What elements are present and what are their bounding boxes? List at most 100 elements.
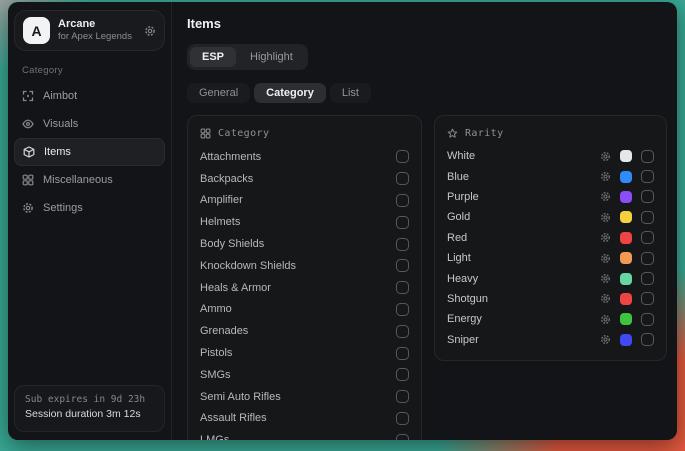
rarity-row: Shotgun <box>447 289 654 309</box>
crosshair-icon <box>22 90 34 102</box>
app-subtitle: for Apex Legends <box>58 31 136 43</box>
rarity-row: Heavy <box>447 268 654 288</box>
rarity-color-swatch[interactable] <box>620 150 632 162</box>
rarity-checkbox[interactable] <box>641 150 654 163</box>
rarity-label: Red <box>447 232 600 244</box>
tab-bar: General Category List <box>187 83 668 103</box>
rarity-gear-icon[interactable] <box>600 253 611 264</box>
sidebar-item-label: Visuals <box>43 118 78 130</box>
sidebar-item-aimbot[interactable]: Aimbot <box>14 82 165 110</box>
category-checkbox[interactable] <box>396 259 409 272</box>
category-label: Pistols <box>200 347 232 359</box>
category-checkbox[interactable] <box>396 194 409 207</box>
category-row: Amplifier <box>200 190 409 212</box>
rarity-label: Heavy <box>447 273 600 285</box>
rarity-color-swatch[interactable] <box>620 313 632 325</box>
rarity-gear-icon[interactable] <box>600 293 611 304</box>
rarity-color-swatch[interactable] <box>620 252 632 264</box>
rarity-color-swatch[interactable] <box>620 273 632 285</box>
toggle-esp[interactable]: ESP <box>190 47 236 67</box>
rarity-row: Light <box>447 248 654 268</box>
rarity-label: Gold <box>447 211 600 223</box>
mode-toggle-group: ESP Highlight <box>187 44 308 70</box>
rarity-checkbox[interactable] <box>641 170 654 183</box>
category-checkbox[interactable] <box>396 368 409 381</box>
category-row: Body Shields <box>200 233 409 255</box>
rarity-color-swatch[interactable] <box>620 293 632 305</box>
category-checkbox[interactable] <box>396 412 409 425</box>
rarity-gear-icon[interactable] <box>600 171 611 182</box>
rarity-checkbox[interactable] <box>641 333 654 346</box>
rarity-label: Shotgun <box>447 293 600 305</box>
category-row: Attachments <box>200 146 409 168</box>
category-label: Ammo <box>200 303 232 315</box>
category-label: Assault Rifles <box>200 412 267 424</box>
rarity-label: Blue <box>447 171 600 183</box>
category-checkbox[interactable] <box>396 303 409 316</box>
rarity-checkbox[interactable] <box>641 231 654 244</box>
category-row: LMGs <box>200 429 409 440</box>
sidebar-item-items[interactable]: Items <box>14 138 165 166</box>
category-checkbox[interactable] <box>396 281 409 294</box>
rarity-gear-icon[interactable] <box>600 273 611 284</box>
rarity-checkbox[interactable] <box>641 313 654 326</box>
rarity-gear-icon[interactable] <box>600 232 611 243</box>
rarity-row: Gold <box>447 207 654 227</box>
app-window: A Arcane for Apex Legends Category Aimbo… <box>8 2 677 440</box>
rarity-color-swatch[interactable] <box>620 334 632 346</box>
category-checkbox[interactable] <box>396 216 409 229</box>
settings-gear-icon[interactable] <box>144 25 156 37</box>
category-checkbox[interactable] <box>396 238 409 251</box>
category-checkbox[interactable] <box>396 390 409 403</box>
rarity-color-swatch[interactable] <box>620 232 632 244</box>
rarity-gear-icon[interactable] <box>600 334 611 345</box>
category-label: Attachments <box>200 151 261 163</box>
app-name: Arcane <box>58 18 136 32</box>
rarity-checkbox[interactable] <box>641 190 654 203</box>
tab-list[interactable]: List <box>330 83 371 103</box>
sidebar-item-label: Items <box>44 146 71 158</box>
rarity-row: Sniper <box>447 330 654 350</box>
category-row: Pistols <box>200 342 409 364</box>
rarity-checkbox[interactable] <box>641 272 654 285</box>
category-panel: Category Attachments Backpacks Amplifier… <box>187 115 422 440</box>
rarity-checkbox[interactable] <box>641 292 654 305</box>
category-checkbox[interactable] <box>396 434 409 440</box>
category-label: Heals & Armor <box>200 282 271 294</box>
category-checkbox[interactable] <box>396 347 409 360</box>
rarity-row: Blue <box>447 166 654 186</box>
sidebar-item-miscellaneous[interactable]: Miscellaneous <box>14 166 165 194</box>
rarity-panel: Rarity White Blue Purple <box>434 115 667 361</box>
category-panel-header: Category <box>200 124 409 142</box>
rarity-color-swatch[interactable] <box>620 211 632 223</box>
rarity-checkbox[interactable] <box>641 211 654 224</box>
tab-general[interactable]: General <box>187 83 250 103</box>
rarity-gear-icon[interactable] <box>600 151 611 162</box>
rarity-label: Light <box>447 252 600 264</box>
category-checkbox[interactable] <box>396 172 409 185</box>
category-row: Knockdown Shields <box>200 255 409 277</box>
rarity-gear-icon[interactable] <box>600 314 611 325</box>
rarity-gear-icon[interactable] <box>600 212 611 223</box>
rarity-panel-title: Rarity <box>465 128 504 139</box>
sidebar-nav: Aimbot Visuals Items Miscellaneous Setti… <box>8 80 171 224</box>
category-checkbox[interactable] <box>396 325 409 338</box>
subscription-info-card: Sub expires in 9d 23h Session duration 3… <box>14 385 165 432</box>
category-panel-title: Category <box>218 128 269 139</box>
category-row: Assault Rifles <box>200 408 409 430</box>
category-checkbox[interactable] <box>396 150 409 163</box>
tab-category[interactable]: Category <box>254 83 326 103</box>
rarity-color-swatch[interactable] <box>620 171 632 183</box>
star-icon <box>447 128 458 139</box>
sidebar-item-label: Settings <box>43 202 83 214</box>
sidebar-item-label: Miscellaneous <box>43 174 113 186</box>
gear-icon <box>22 202 34 214</box>
session-duration-text: Session duration 3m 12s <box>25 407 154 423</box>
category-row: Backpacks <box>200 168 409 190</box>
rarity-checkbox[interactable] <box>641 252 654 265</box>
rarity-gear-icon[interactable] <box>600 191 611 202</box>
rarity-color-swatch[interactable] <box>620 191 632 203</box>
sidebar-item-settings[interactable]: Settings <box>14 194 165 222</box>
sidebar-item-visuals[interactable]: Visuals <box>14 110 165 138</box>
toggle-highlight[interactable]: Highlight <box>238 47 305 67</box>
